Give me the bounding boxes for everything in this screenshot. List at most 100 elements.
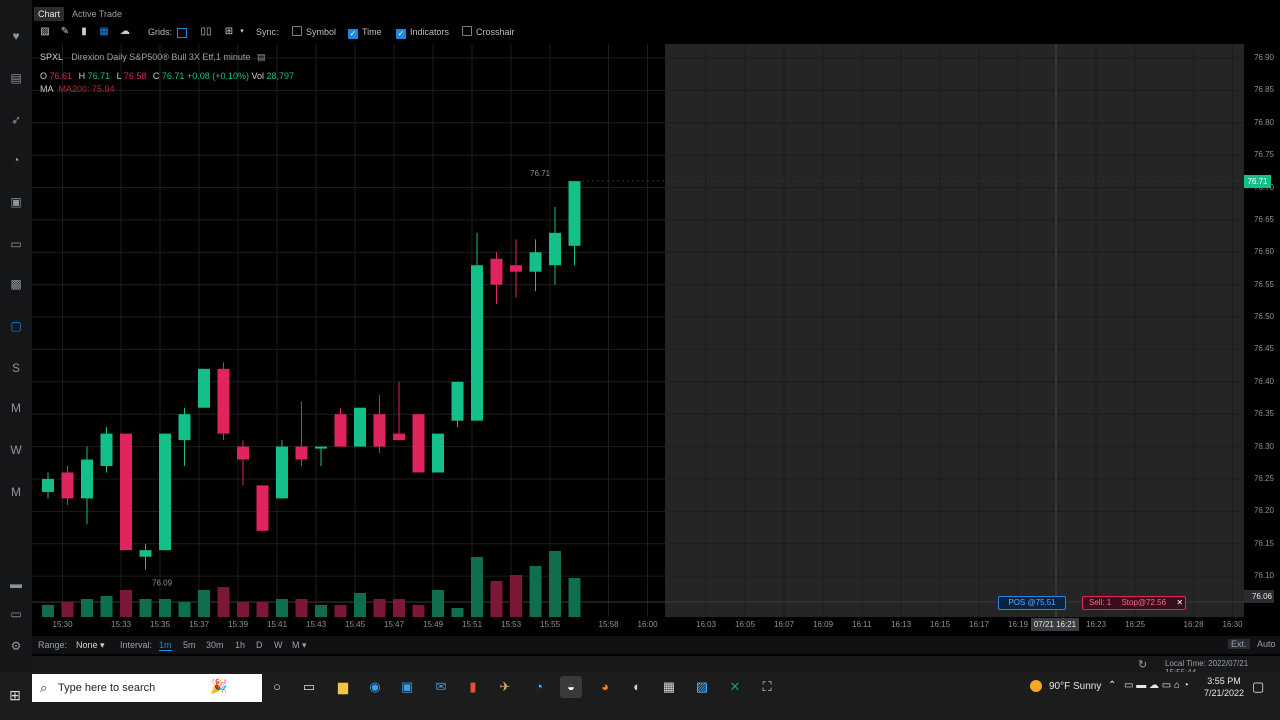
info-icon[interactable]: ▤ (257, 52, 266, 62)
speedometer-icon[interactable]: ◔ (528, 676, 550, 698)
candlestick-chart[interactable]: 76.71 76.09 (32, 44, 1244, 617)
x-tick-label: 16:23 (1086, 620, 1107, 629)
notification-icon[interactable]: ▢ (1252, 679, 1264, 695)
pencil-icon[interactable]: ✎ (59, 26, 71, 38)
range-select[interactable]: None ▾ (76, 640, 105, 651)
interval-1h[interactable]: 1h (235, 640, 245, 650)
firefox-icon[interactable]: ◕ (594, 676, 616, 698)
snipping-tool-icon[interactable]: ⛶ (756, 676, 778, 698)
s-icon[interactable]: S (8, 360, 24, 376)
m-icon[interactable]: M (8, 400, 24, 416)
tab-active-trade[interactable]: Active Trade (68, 7, 126, 21)
checkmark-icon: ✓ (348, 29, 358, 39)
checkbox-icon (462, 26, 472, 36)
high-marker: 76.71 (530, 169, 551, 178)
single-grid-icon[interactable] (177, 28, 187, 38)
y-tick-label: 76.20 (1253, 506, 1274, 516)
y-tick-label: 76.80 (1253, 117, 1274, 127)
store-icon[interactable]: ▣ (396, 676, 418, 698)
tab-chart[interactable]: Chart (34, 7, 65, 21)
edge-icon[interactable]: ◉ (364, 676, 386, 698)
excel-icon[interactable]: ✕ (724, 676, 746, 698)
volume-bar (529, 566, 542, 617)
crosshair-sync-checkbox[interactable]: Crosshair (462, 26, 515, 39)
keyboard-icon[interactable]: ▬ (8, 576, 24, 592)
book-icon[interactable]: ▮ (78, 26, 90, 38)
x-tick-label: 15:51 (462, 620, 483, 629)
sun-icon[interactable] (1030, 680, 1042, 692)
chevron-down-icon[interactable]: ▾ (236, 26, 248, 38)
chart-canvas[interactable]: 76.71 76.09 (32, 44, 1244, 617)
x-tick-label: 15:47 (384, 620, 405, 629)
ext-button[interactable]: Ext. (1228, 639, 1250, 649)
interval-w[interactable]: W (274, 640, 283, 650)
weather-text[interactable]: 90°F Sunny (1049, 681, 1101, 692)
range-value: None (76, 640, 98, 650)
position-marker[interactable]: POS @75.51 (998, 596, 1066, 610)
heart-icon[interactable]: ♥ (8, 28, 24, 44)
four-grid-icon[interactable]: ⊞ (223, 26, 235, 38)
open-label: O (40, 71, 48, 81)
image-icon[interactable]: ▨ (39, 26, 51, 38)
y-tick-label: 76.30 (1253, 441, 1274, 451)
sell-stop-order[interactable]: Sell: 1 Stop@72.56 ✕ (1082, 596, 1186, 610)
interval-1m[interactable]: 1m (159, 640, 172, 651)
photos-icon[interactable]: ▨ (691, 676, 713, 698)
rocket-icon[interactable]: ➶ (8, 112, 24, 128)
windows-taskbar: ⊞ ⌕ Type here to search 🎉 ○ ▭ ▆ ◉ ▣ ✉ ▮ … (0, 672, 1280, 720)
windows-start-icon[interactable]: ⊞ (4, 684, 26, 706)
interval-m[interactable]: M ▾ (292, 640, 307, 651)
indicators-label: Indicators (410, 27, 450, 37)
card-icon[interactable]: ▭ (8, 236, 24, 252)
clock-time[interactable]: 3:55 PM (1202, 676, 1246, 686)
calculator-icon[interactable]: ▦ (658, 676, 680, 698)
gauge-icon[interactable]: ◔ (8, 152, 24, 168)
hover-time-label: 07/21 16:21 (1031, 618, 1079, 631)
trading-app-icon[interactable]: ◒ (560, 676, 582, 698)
indicators-sync-checkbox[interactable]: ✓ Indicators (396, 26, 449, 39)
trade-icon[interactable]: ▢ (8, 318, 24, 334)
cloud-icon[interactable]: ☁ (119, 26, 131, 38)
crosshair-label: Crosshair (476, 27, 515, 37)
candle-body (295, 446, 308, 460)
chart-icon[interactable]: ▤ (8, 70, 24, 86)
price-axis[interactable]: 76.9076.8576.8076.7576.7076.6576.6076.55… (1244, 44, 1280, 617)
volume-bar (81, 599, 93, 617)
w-icon[interactable]: W (8, 442, 24, 458)
app-icon-2[interactable]: ◐ (626, 676, 648, 698)
settings-gear-icon[interactable]: ⚙ (8, 638, 24, 654)
stop-label: Stop@72.56 (1121, 598, 1167, 607)
high-label: H (78, 71, 86, 81)
two-column-grid-icon[interactable]: ▯▯ (200, 26, 212, 38)
time-sync-checkbox[interactable]: ✓ Time (348, 26, 382, 39)
close-icon[interactable]: ✕ (1176, 598, 1183, 607)
m2-icon[interactable]: M (8, 484, 24, 500)
symbol-sync-checkbox[interactable]: Symbol (292, 26, 336, 39)
auto-button[interactable]: Auto (1254, 639, 1279, 649)
clock-date[interactable]: 7/21/2022 (1202, 688, 1246, 698)
cortana-icon[interactable]: ○ (266, 676, 288, 698)
volume-bar (412, 605, 425, 617)
x-tick-label: 16:00 (637, 620, 658, 629)
interval-30m[interactable]: 30m (206, 640, 224, 650)
taskbar-search-box[interactable]: ⌕ Type here to search 🎉 (32, 674, 262, 702)
robot-icon[interactable]: ▩ (8, 276, 24, 292)
task-view-icon[interactable]: ▭ (298, 676, 320, 698)
chat-icon[interactable]: ▭ (8, 606, 24, 622)
file-explorer-icon[interactable]: ▆ (332, 676, 354, 698)
candle-body (432, 433, 444, 473)
office-icon[interactable]: ▮ (462, 676, 484, 698)
refresh-icon[interactable]: ↻ (1138, 658, 1147, 671)
tray-chevron-up-icon[interactable]: ⌃ (1108, 680, 1116, 691)
app-icon[interactable]: ✈ (494, 676, 516, 698)
x-tick-label: 16:07 (774, 620, 795, 629)
mail-icon[interactable]: ✉ (430, 676, 452, 698)
candle-body (490, 258, 503, 285)
cart-icon[interactable]: ▣ (8, 194, 24, 210)
layout-icon[interactable]: ▦ (98, 26, 110, 38)
low-value: 76.58 (123, 71, 147, 81)
interval-d[interactable]: D (256, 640, 263, 650)
volume-bar (295, 599, 308, 617)
interval-5m[interactable]: 5m (183, 640, 196, 650)
tray-icons[interactable]: ▭ ▬ ☁ ▭ ⌂ ◔ (1124, 680, 1189, 691)
